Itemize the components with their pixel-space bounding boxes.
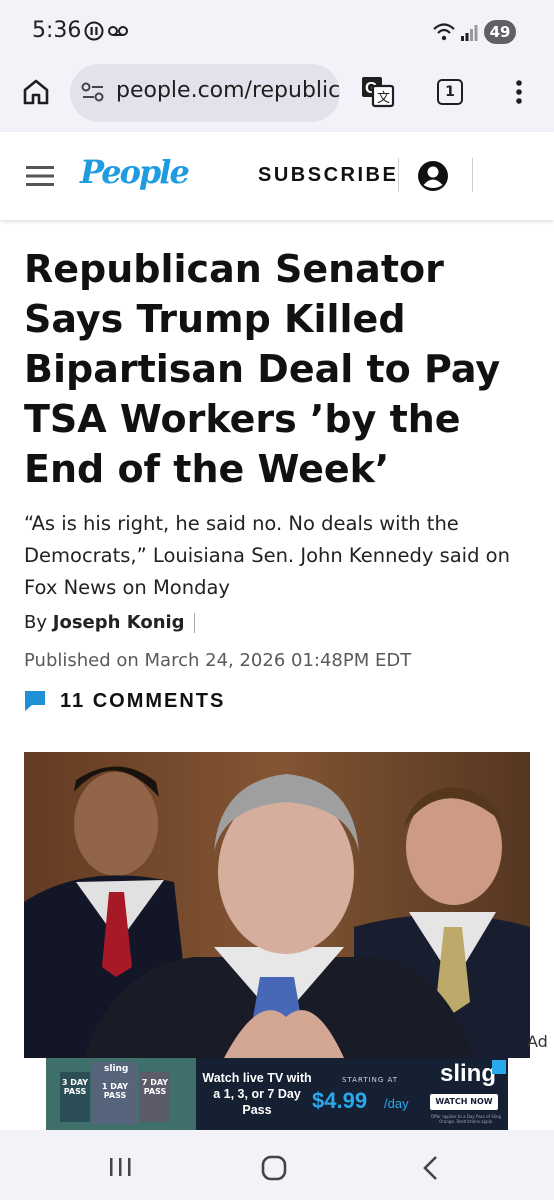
translate-icon[interactable]: G文 <box>360 75 396 109</box>
byline-divider <box>194 613 195 633</box>
dnd-icon <box>84 21 104 41</box>
wifi-icon <box>433 23 455 41</box>
article-dek: “As is his right, he said no. No deals w… <box>24 512 510 599</box>
status-time: 5:36 <box>32 18 82 43</box>
recents-icon[interactable] <box>108 1156 132 1178</box>
ad-starting-at: STARTING AT <box>342 1076 399 1084</box>
ad-sling-small: sling <box>104 1064 129 1074</box>
home-nav-icon[interactable] <box>261 1155 287 1181</box>
byline: By Joseph Konig <box>24 612 185 633</box>
user-icon[interactable] <box>417 160 449 192</box>
url-text[interactable]: people.com/republic <box>116 78 340 103</box>
article-headline: Republican Senator Says Trump Killed Bip… <box>24 247 501 491</box>
ad-watch-now-button[interactable]: WATCH NOW <box>430 1094 498 1110</box>
ad-choices-icon[interactable] <box>492 1060 506 1074</box>
battery-indicator: 49 <box>484 20 516 44</box>
home-icon[interactable] <box>22 78 50 106</box>
header-divider-right <box>472 158 473 192</box>
comment-icon[interactable] <box>24 690 46 712</box>
author-link[interactable]: Joseph Konig <box>53 612 185 633</box>
tab-switcher-button[interactable]: 1 <box>437 79 463 105</box>
byline-prefix: By <box>24 612 48 633</box>
ad-price: $4.99 <box>312 1088 368 1113</box>
comments-link[interactable]: 11 COMMENTS <box>60 690 225 713</box>
ad-brand: sling <box>440 1060 497 1087</box>
site-settings-icon[interactable] <box>81 81 105 103</box>
more-icon[interactable] <box>514 79 524 105</box>
menu-icon[interactable] <box>26 165 54 187</box>
ad-pass-3: 3 DAY PASS <box>60 1072 90 1122</box>
subscribe-button[interactable]: SUBSCRIBE <box>258 164 398 187</box>
signal-icon <box>461 25 478 41</box>
ad-fine-print: Offer applies to a Day Pass of Sling Ora… <box>430 1114 502 1124</box>
article-photo <box>24 752 530 1058</box>
sling-ad-banner[interactable]: 3 DAY PASS 1 DAY PASS sling 7 DAY PASS W… <box>46 1058 508 1130</box>
ad-per: /day <box>384 1096 409 1111</box>
back-icon[interactable] <box>421 1155 439 1181</box>
published-date: Published on March 24, 2026 01:48PM EDT <box>24 650 412 671</box>
svg-text:文: 文 <box>377 91 390 106</box>
voicemail-icon <box>108 26 128 36</box>
ad-pass-7: 7 DAY PASS <box>140 1072 170 1122</box>
site-logo[interactable]: People <box>80 153 190 191</box>
ad-headline: Watch live TV with a 1, 3, or 7 Day Pass <box>202 1071 312 1117</box>
header-divider <box>398 158 399 192</box>
ad-label: Ad <box>527 1032 548 1051</box>
